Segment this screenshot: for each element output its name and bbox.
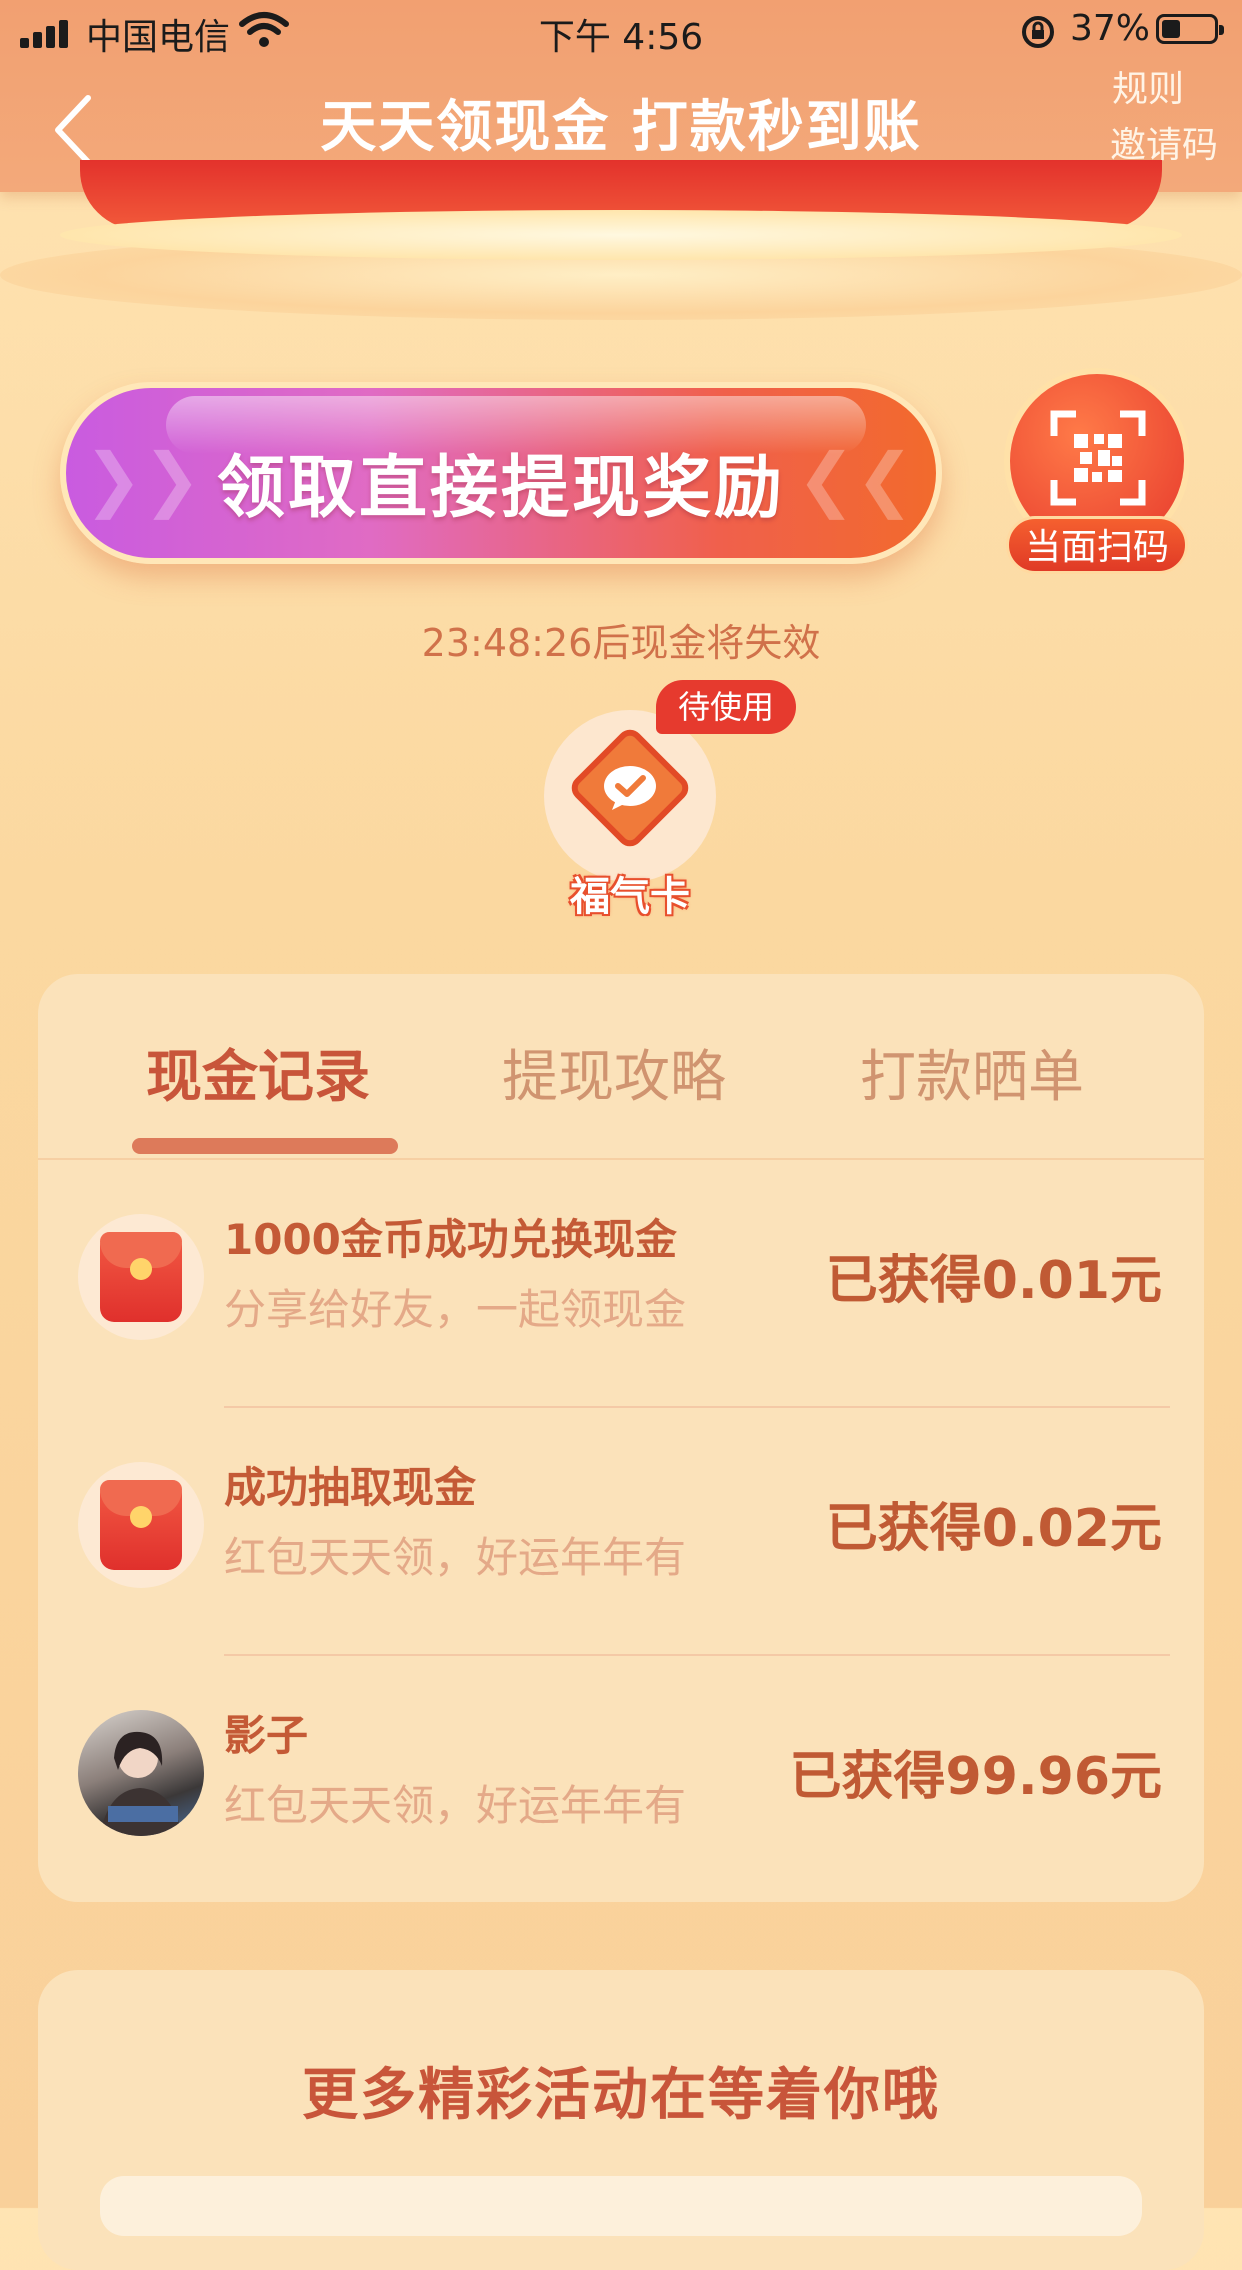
list-item[interactable]: 影子 红包天天领，好运年年有 已获得99.96元 — [38, 1656, 1204, 1904]
tab-payout-showcase[interactable]: 打款晒单 — [860, 1032, 1084, 1113]
qr-code-icon — [1050, 410, 1146, 506]
more-activities-title: 更多精彩活动在等着你哦 — [302, 2063, 940, 2128]
stage-disc — [60, 210, 1182, 260]
face-to-face-scan-button[interactable]: 当面扫码 — [1004, 368, 1192, 578]
expiry-countdown: 23:48:26后现金将失效 — [421, 621, 821, 665]
fortune-card-label: 福气卡 — [570, 874, 690, 920]
cash-records-card: 现金记录 提现攻略 打款晒单 1000金币成功兑换现金 分享给好友，一起领现金 … — [38, 974, 1204, 1902]
tab-withdraw-guide[interactable]: 提现攻略 — [502, 1032, 726, 1113]
list-item[interactable]: 1000金币成功兑换现金 分享给好友，一起领现金 已获得0.01元 — [38, 1160, 1204, 1408]
rules-link[interactable]: 规则 — [1112, 60, 1184, 112]
active-tab-indicator — [132, 1138, 398, 1154]
battery-percent: 37% — [1070, 8, 1151, 49]
record-title: 成功抽取现金 — [224, 1463, 477, 1512]
record-amount: 已获得99.96元 — [789, 1747, 1162, 1807]
record-title: 影子 — [224, 1711, 309, 1760]
tab-cash-records[interactable]: 现金记录 — [146, 1032, 370, 1113]
page-title: 天天领现金 打款秒到账 — [320, 95, 922, 160]
battery-icon — [1156, 14, 1224, 44]
red-envelope-icon — [78, 1214, 204, 1340]
record-amount: 已获得0.02元 — [825, 1499, 1162, 1559]
record-subtitle: 红包天天领，好运年年有 — [224, 1781, 687, 1830]
status-badge: 待使用 — [656, 680, 796, 734]
cta-label: 领取直接提现奖励 — [216, 449, 785, 528]
fortune-card-icon — [571, 729, 689, 847]
red-envelope-icon — [78, 1462, 204, 1588]
fortune-card-button[interactable] — [544, 710, 716, 882]
record-amount: 已获得0.01元 — [825, 1251, 1162, 1311]
claim-withdraw-reward-button[interactable]: ❯❯ ❮❮ 领取直接提现奖励 — [60, 382, 942, 564]
record-title: 1000金币成功兑换现金 — [224, 1215, 677, 1264]
rotation-lock-icon — [1020, 14, 1056, 54]
scan-label: 当面扫码 — [1006, 516, 1188, 574]
avatar — [78, 1710, 204, 1836]
record-subtitle: 红包天天领，好运年年有 — [224, 1533, 687, 1582]
more-activities-card: 更多精彩活动在等着你哦 — [38, 1970, 1204, 2270]
record-subtitle: 分享给好友，一起领现金 — [224, 1285, 687, 1334]
activity-banner[interactable] — [100, 2176, 1142, 2236]
list-item[interactable]: 成功抽取现金 红包天天领，好运年年有 已获得0.02元 — [38, 1408, 1204, 1656]
tab-bar: 现金记录 提现攻略 打款晒单 — [38, 974, 1204, 1160]
